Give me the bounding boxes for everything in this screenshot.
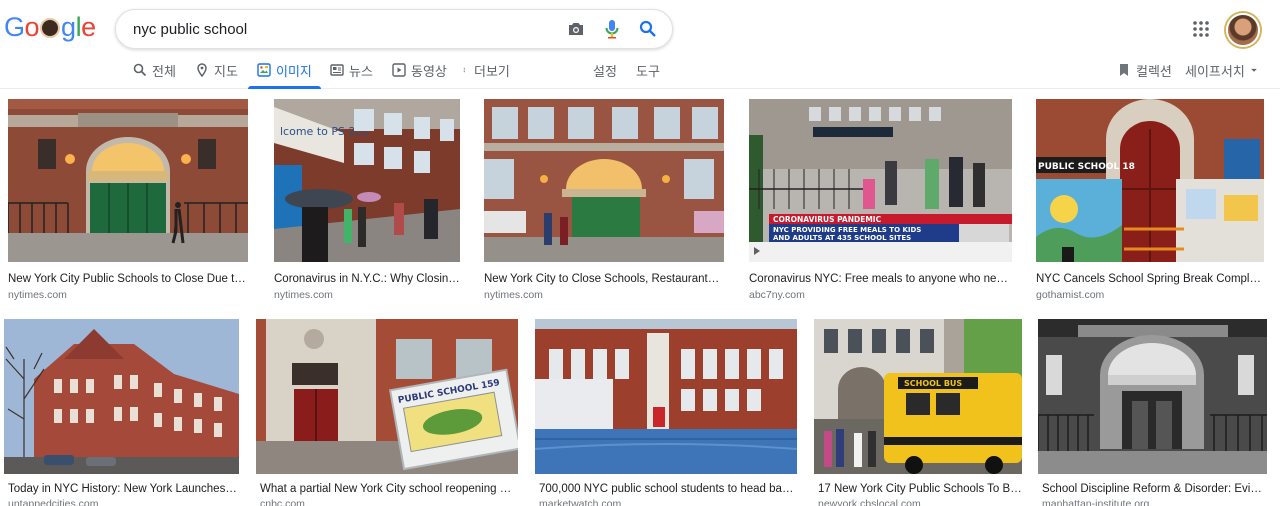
news-overlay-line: CORONAVIRUS PANDEMIC (773, 215, 882, 224)
more-icon (463, 67, 465, 73)
result-title[interactable]: Coronavirus in N.Y.C.: Why Closing P... (274, 272, 460, 286)
caret-down-icon (1250, 68, 1257, 72)
bookmark-icon (1120, 64, 1128, 76)
video-icon (392, 63, 406, 77)
result-source[interactable]: marketwatch.com (539, 498, 621, 506)
doodle-face-icon (40, 18, 61, 38)
result-source[interactable]: abc7ny.com (749, 289, 805, 302)
school-sign: PUBLIC SCHOOL 18 (1038, 162, 1135, 172)
result-title[interactable]: Today in NYC History: New York Launches … (8, 482, 239, 496)
tab-label: 동영상 (411, 63, 447, 79)
image-icon (257, 63, 271, 77)
result-thumbnail[interactable]: PUBLIC SCHOOL 18 (1036, 99, 1264, 262)
search-bar (115, 9, 673, 49)
result-source[interactable]: newyork.cbslocal.com (818, 498, 921, 506)
news-overlay-line: AND ADULTS AT 435 SCHOOL SITES (773, 234, 911, 242)
tools-link[interactable]: 도구 (636, 52, 660, 88)
result-thumbnail[interactable]: lcome to PS 201 (274, 99, 460, 262)
image-result[interactable]: PUBLIC SCHOOL 159 What a partial New Yor… (256, 319, 518, 506)
result-title[interactable]: 700,000 NYC public school students to he… (539, 482, 797, 496)
svg-text:SCHOOL BUS: SCHOOL BUS (904, 379, 962, 388)
safesearch-dropdown[interactable]: 세이프서치 (1185, 52, 1258, 88)
tab-label: 전체 (152, 63, 176, 79)
settings-label: 설정 (593, 63, 617, 79)
search-icon[interactable] (638, 19, 658, 39)
tab-maps[interactable]: 지도 (195, 52, 238, 88)
map-pin-icon (197, 63, 207, 77)
result-thumbnail[interactable]: PUBLIC SCHOOL 159 (256, 319, 518, 474)
result-source[interactable]: cnbc.com (260, 498, 305, 506)
image-result[interactable]: School Discipline Reform & Disorder: Evi… (1038, 319, 1267, 506)
result-thumbnail[interactable] (535, 319, 797, 474)
result-source[interactable]: manhattan-institute.org (1042, 498, 1149, 506)
result-thumbnail[interactable] (1038, 319, 1267, 474)
tab-images[interactable]: 이미지 (248, 52, 321, 89)
tools-label: 도구 (636, 63, 660, 79)
result-thumbnail[interactable] (4, 319, 239, 474)
result-source[interactable]: untappedcities.com (8, 498, 98, 506)
collections-link[interactable]: 컬렉션 (1117, 52, 1172, 88)
account-avatar[interactable] (1226, 13, 1260, 47)
result-thumbnail[interactable]: CORONAVIRUS PANDEMIC NYC PROVIDING FREE … (749, 99, 1012, 262)
image-result[interactable]: New York City to Close Schools, Restaura… (484, 99, 724, 304)
result-source[interactable]: gothamist.com (1036, 289, 1104, 302)
tab-label: 이미지 (276, 63, 312, 79)
result-title[interactable]: Coronavirus NYC: Free meals to anyone wh… (749, 272, 1012, 286)
result-source[interactable]: nytimes.com (8, 289, 67, 302)
tab-label: 뉴스 (349, 63, 373, 79)
image-result[interactable]: PUBLIC SCHOOL 18 NYC Cancels School Spri… (1036, 99, 1264, 304)
news-overlay-line: NYC PROVIDING FREE MEALS TO KIDS (773, 226, 921, 234)
result-title[interactable]: School Discipline Reform & Disorder: Evi… (1042, 482, 1267, 496)
result-source[interactable]: nytimes.com (484, 289, 543, 302)
tab-label: 더보기 (474, 63, 510, 79)
image-result[interactable]: New York City Public Schools to Close Du… (8, 99, 248, 304)
result-title[interactable]: 17 New York City Public Schools To Be ..… (818, 482, 1022, 496)
result-title[interactable]: New York City Public Schools to Close Du… (8, 272, 248, 286)
tab-label: 지도 (214, 63, 238, 79)
image-result[interactable]: 700,000 NYC public school students to he… (535, 319, 797, 506)
apps-grid-icon[interactable] (1192, 20, 1212, 40)
search-icon (133, 63, 147, 77)
result-title[interactable]: What a partial New York City school reop… (260, 482, 518, 496)
tab-videos[interactable]: 동영상 (392, 52, 447, 88)
image-result[interactable]: Today in NYC History: New York Launches … (4, 319, 239, 506)
news-icon (330, 64, 344, 76)
image-result[interactable]: SCHOOL BUS 17 New York City Public Schoo… (814, 319, 1022, 506)
result-thumbnail[interactable] (484, 99, 724, 262)
tab-all[interactable]: 전체 (133, 52, 176, 88)
search-input[interactable] (133, 10, 553, 48)
result-thumbnail[interactable]: SCHOOL BUS (814, 319, 1022, 474)
tab-news[interactable]: 뉴스 (330, 52, 373, 88)
camera-icon[interactable] (566, 19, 586, 39)
image-result[interactable]: CORONAVIRUS PANDEMIC NYC PROVIDING FREE … (749, 99, 1012, 304)
result-title[interactable]: New York City to Close Schools, Restaura… (484, 272, 724, 286)
search-tabs: 전체 지도 이미지 뉴스 동영상 더보기 설정 도구 컬렉션 세이프서치 (0, 52, 1280, 89)
tab-more[interactable]: 더보기 (463, 52, 510, 88)
result-title[interactable]: NYC Cancels School Spring Break Complete… (1036, 272, 1264, 286)
settings-link[interactable]: 설정 (593, 52, 617, 88)
result-thumbnail[interactable] (8, 99, 248, 262)
result-source[interactable]: nytimes.com (274, 289, 333, 302)
google-logo[interactable]: Go gle (4, 12, 96, 42)
mic-icon[interactable] (602, 19, 622, 39)
image-result[interactable]: lcome to PS 201 Coronavirus in N.Y.C.: W… (274, 99, 460, 304)
collections-label: 컬렉션 (1136, 63, 1172, 79)
safesearch-label: 세이프서치 (1185, 63, 1245, 79)
